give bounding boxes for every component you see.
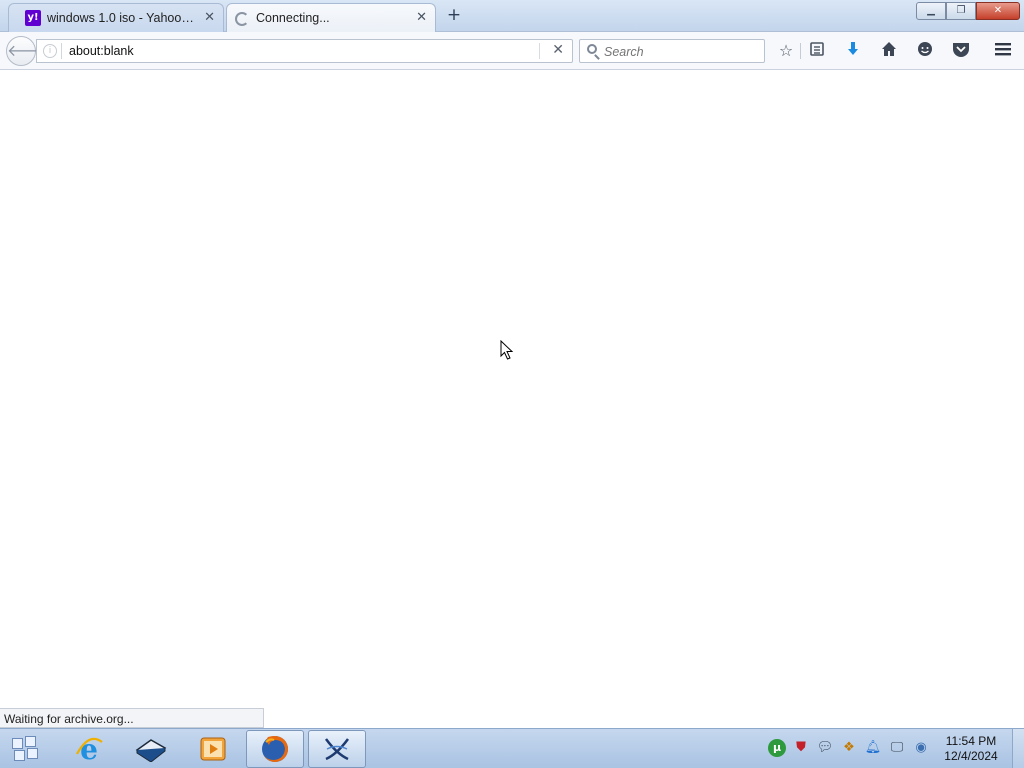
notification-bell-icon[interactable]: 🔔︎ xyxy=(864,739,882,757)
start-button[interactable] xyxy=(8,733,44,765)
restore-button[interactable]: ❐ xyxy=(946,2,976,20)
back-button[interactable]: 🡐 xyxy=(6,36,50,66)
hello-chat-icon[interactable] xyxy=(915,41,935,61)
home-icon[interactable] xyxy=(879,41,899,61)
downloads-icon[interactable] xyxy=(843,41,863,61)
clock-time: 11:54 PM xyxy=(945,734,997,748)
clock[interactable]: 11:54 PM 12/4/2024 xyxy=(930,734,1012,764)
internet-explorer-icon[interactable]: e xyxy=(60,730,118,768)
status-bar: Waiting for archive.org... xyxy=(0,708,264,728)
chat-bubble-icon[interactable]: 💬︎ xyxy=(816,739,834,757)
page-content[interactable] xyxy=(0,71,1024,728)
window-controls: ▁ ❐ ✕ xyxy=(916,2,1020,20)
new-tab-button[interactable]: + xyxy=(444,5,464,25)
bookmarks-list-icon[interactable] xyxy=(807,41,827,61)
close-tab-icon[interactable]: ✕ xyxy=(416,10,427,25)
volume-icon[interactable]: ◉ xyxy=(912,739,930,757)
tab-strip: y! windows 1.0 iso - Yahoo Se... ✕ Conne… xyxy=(0,0,1024,33)
divider xyxy=(800,43,801,59)
close-tab-icon[interactable]: ✕ xyxy=(204,10,215,25)
site-info-icon[interactable]: i xyxy=(43,44,57,58)
pocket-icon[interactable] xyxy=(951,41,971,61)
close-window-button[interactable]: ✕ xyxy=(976,2,1020,20)
clock-date: 12/4/2024 xyxy=(944,749,998,763)
system-tray: µ ⛊ 💬︎ ❖ 🔔︎ 🖵 ◉ xyxy=(768,739,930,757)
stop-loading-icon[interactable]: ✕ xyxy=(552,42,564,58)
security-shield-icon[interactable]: ⛊ xyxy=(792,739,810,757)
url-text[interactable]: about:blank xyxy=(69,44,134,58)
media-player-icon[interactable] xyxy=(184,730,242,768)
loading-spinner-icon xyxy=(235,12,249,26)
tab-label: windows 1.0 iso - Yahoo Se... xyxy=(47,11,197,25)
app-tray-icon[interactable]: ❖ xyxy=(840,739,858,757)
divider xyxy=(61,43,62,59)
taskbar: e µ ⛊ 💬︎ ❖ 🔔︎ 🖵 ◉ 11:54 PM 12/4/2024 xyxy=(0,728,1024,768)
yahoo-icon: y! xyxy=(25,10,41,26)
show-desktop-button[interactable] xyxy=(1012,729,1024,768)
navigation-toolbar: 🡐 i about:blank ✕ ☆ xyxy=(0,32,1024,70)
tab-connecting[interactable]: Connecting... ✕ xyxy=(226,3,436,33)
book-icon[interactable] xyxy=(122,730,180,768)
windows-logo-icon xyxy=(12,738,23,749)
mouse-cursor-icon xyxy=(500,340,514,360)
network-icon[interactable]: 🖵 xyxy=(888,739,906,757)
minimize-button[interactable]: ▁ xyxy=(916,2,946,20)
divider xyxy=(539,43,540,59)
search-box[interactable] xyxy=(579,39,765,63)
tab-label: Connecting... xyxy=(256,11,330,25)
firefox-icon[interactable] xyxy=(246,730,304,768)
menu-icon[interactable] xyxy=(993,41,1013,61)
search-icon xyxy=(587,44,597,54)
tab-yahoo-search[interactable]: y! windows 1.0 iso - Yahoo Se... ✕ xyxy=(8,3,224,32)
url-bar[interactable]: i about:blank ✕ xyxy=(36,39,573,63)
bookmark-star-icon[interactable]: ☆ xyxy=(776,41,796,61)
search-input[interactable] xyxy=(604,43,759,60)
utorrent-icon[interactable]: µ xyxy=(768,739,786,757)
app-x-icon[interactable] xyxy=(308,730,366,768)
